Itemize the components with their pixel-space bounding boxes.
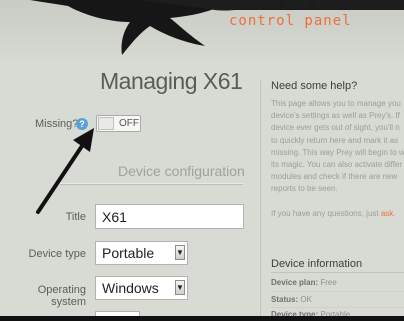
- questions-suffix: .: [393, 209, 396, 218]
- help-line: device's settings as well as Prey's. If: [271, 111, 400, 121]
- help-line: device ever gets out of sight, you'll n: [271, 123, 400, 133]
- help-line: its magic. You can also activate differ: [271, 160, 403, 170]
- sidebar-divider: [260, 80, 261, 321]
- help-text: This page allows you to manage you devic…: [271, 98, 404, 196]
- page: PREY control panel Managing X61 Missing?…: [0, 0, 404, 321]
- help-line: This page allows you to manage you: [271, 99, 401, 108]
- questions-text: If you have any questions, just ask.: [271, 209, 396, 218]
- status-label: Status:: [271, 295, 299, 304]
- status-row: Status: OK: [271, 295, 312, 304]
- device-plan-value: Free: [320, 278, 337, 287]
- questions-prefix: If you have any questions, just: [271, 209, 381, 218]
- ask-link[interactable]: ask: [381, 209, 393, 218]
- device-info-divider: [271, 272, 404, 273]
- status-value: OK: [300, 295, 312, 304]
- bottom-edge: [0, 316, 404, 321]
- help-line: reports to be seen.: [271, 184, 338, 194]
- help-heading: Need some help?: [271, 80, 358, 92]
- info-row-divider: [271, 307, 404, 308]
- device-plan-label: Device plan:: [271, 278, 319, 287]
- device-plan-row: Device plan: Free: [271, 278, 337, 287]
- device-info-heading: Device information: [271, 258, 363, 270]
- help-line: missing. This way Prey will begin to w: [271, 147, 404, 157]
- help-line: modules and check if there are new: [271, 172, 398, 182]
- help-line: to quickly return here and mark it as: [271, 135, 399, 145]
- info-row-divider: [271, 291, 404, 292]
